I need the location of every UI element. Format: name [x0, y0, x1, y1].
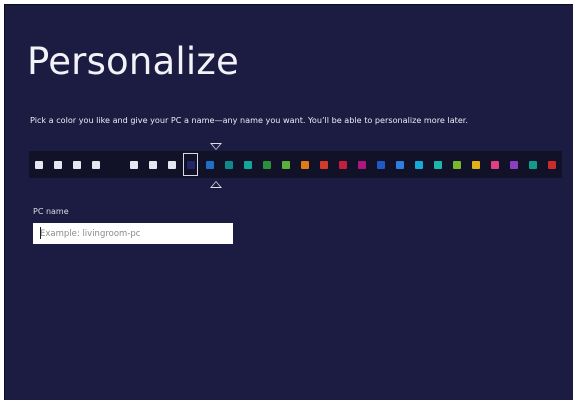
page-subtitle: Pick a color you like and give your PC a…: [30, 115, 468, 125]
color-swatch-blue-3[interactable]: [391, 151, 410, 178]
color-swatch-blue-1[interactable]: [200, 151, 219, 178]
color-chip: [510, 160, 519, 169]
color-swatch-red-2[interactable]: [334, 151, 353, 178]
color-chip: [72, 160, 81, 169]
color-chip: [129, 160, 138, 169]
color-swatch-white-5[interactable]: [124, 151, 143, 178]
color-swatch-dark-1[interactable]: [105, 151, 124, 178]
color-swatch-white-7[interactable]: [162, 151, 181, 178]
color-swatch-purple-1[interactable]: [505, 151, 524, 178]
text-caret: [40, 227, 41, 239]
color-swatch-teal-3[interactable]: [429, 151, 448, 178]
color-swatch-bar[interactable]: [29, 151, 562, 178]
color-chip: [224, 160, 233, 169]
color-swatch-white-1[interactable]: [29, 151, 48, 178]
color-swatch-orange-1[interactable]: [295, 151, 314, 178]
selection-arrow-down-icon: [210, 143, 222, 150]
color-chip: [396, 160, 405, 169]
color-swatch-cyan-1[interactable]: [410, 151, 429, 178]
personalize-screen: Personalize Pick a color you like and gi…: [4, 4, 573, 400]
color-swatch-green-1[interactable]: [257, 151, 276, 178]
color-chip: [205, 160, 214, 169]
color-chip: [548, 160, 557, 169]
color-swatch-white-4[interactable]: [86, 151, 105, 178]
color-swatch-teal-1[interactable]: [219, 151, 238, 178]
color-swatch-yellow-1[interactable]: [467, 151, 486, 178]
color-chip: [167, 160, 176, 169]
color-chip: [91, 160, 100, 169]
color-chip: [415, 160, 424, 169]
pc-name-label: PC name: [33, 207, 69, 216]
color-swatch-magenta-1[interactable]: [353, 151, 372, 178]
color-swatch-white-3[interactable]: [67, 151, 86, 178]
color-chip: [148, 160, 157, 169]
color-swatch-green-3[interactable]: [448, 151, 467, 178]
color-chip: [243, 160, 252, 169]
color-chip: [358, 160, 367, 169]
color-chip: [53, 160, 62, 169]
color-swatch-red-1[interactable]: [314, 151, 333, 178]
color-chip: [300, 160, 309, 169]
selection-arrow-up-icon: [210, 181, 222, 188]
color-chip: [319, 160, 328, 169]
page-title: Personalize: [27, 40, 239, 83]
color-chip: [453, 160, 462, 169]
color-swatch-navy-selected[interactable]: [181, 151, 200, 178]
color-swatch-teal-2[interactable]: [238, 151, 257, 178]
color-chip: [339, 160, 348, 169]
color-swatch-green-2[interactable]: [276, 151, 295, 178]
color-swatch-pink-1[interactable]: [486, 151, 505, 178]
pc-name-input[interactable]: [33, 223, 233, 244]
color-chip: [529, 160, 538, 169]
color-chip: [434, 160, 443, 169]
color-chip: [110, 160, 119, 169]
color-chip: [34, 160, 43, 169]
color-chip: [491, 160, 500, 169]
color-swatch-blue-2[interactable]: [372, 151, 391, 178]
color-chip: [377, 160, 386, 169]
color-swatch-white-6[interactable]: [143, 151, 162, 178]
color-chip: [281, 160, 290, 169]
color-chip: [186, 160, 195, 169]
color-chip: [262, 160, 271, 169]
color-swatch-teal-4[interactable]: [524, 151, 543, 178]
color-chip: [472, 160, 481, 169]
color-swatch-white-2[interactable]: [48, 151, 67, 178]
color-swatch-red-3[interactable]: [543, 151, 562, 178]
